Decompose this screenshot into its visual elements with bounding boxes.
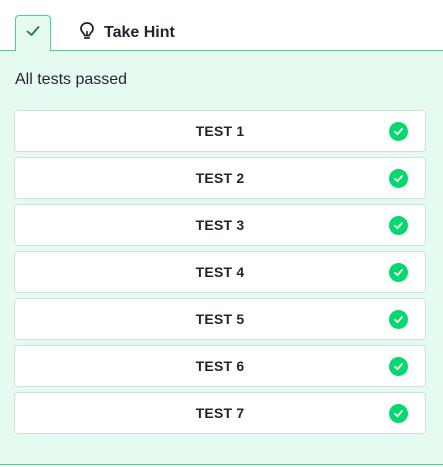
test-row[interactable]: TEST 4	[14, 251, 426, 293]
panel-bottom-border	[0, 464, 443, 465]
test-row[interactable]: TEST 7	[14, 392, 426, 434]
check-circle-icon	[389, 310, 408, 329]
check-circle-icon	[389, 263, 408, 282]
test-label: TEST 5	[195, 311, 245, 327]
tab-bar: Take Hint	[0, 0, 443, 51]
test-label: TEST 2	[195, 170, 245, 186]
check-circle-icon	[389, 122, 408, 141]
test-row[interactable]: TEST 5	[14, 298, 426, 340]
test-label: TEST 6	[195, 358, 245, 374]
check-circle-icon	[389, 357, 408, 376]
test-row[interactable]: TEST 1	[14, 110, 426, 152]
test-row[interactable]: TEST 2	[14, 157, 426, 199]
test-row[interactable]: TEST 6	[14, 345, 426, 387]
check-circle-icon	[389, 169, 408, 188]
test-row[interactable]: TEST 3	[14, 204, 426, 246]
check-circle-icon	[389, 404, 408, 423]
test-label: TEST 1	[195, 123, 245, 139]
check-circle-icon	[389, 216, 408, 235]
test-results-panel: All tests passed TEST 1 TEST 2 TEST 3 TE…	[0, 51, 443, 466]
tab-test-results[interactable]	[15, 15, 51, 51]
test-label: TEST 3	[195, 217, 245, 233]
check-icon	[25, 23, 41, 44]
test-status-text: All tests passed	[15, 71, 128, 88]
take-hint-label: Take Hint	[104, 24, 175, 41]
test-list: TEST 1 TEST 2 TEST 3 TEST 4 TEST 5 TEST …	[14, 110, 426, 439]
lightbulb-icon	[78, 21, 96, 46]
take-hint-button[interactable]: Take Hint	[78, 20, 175, 46]
test-label: TEST 7	[195, 405, 245, 421]
test-label: TEST 4	[195, 264, 245, 280]
